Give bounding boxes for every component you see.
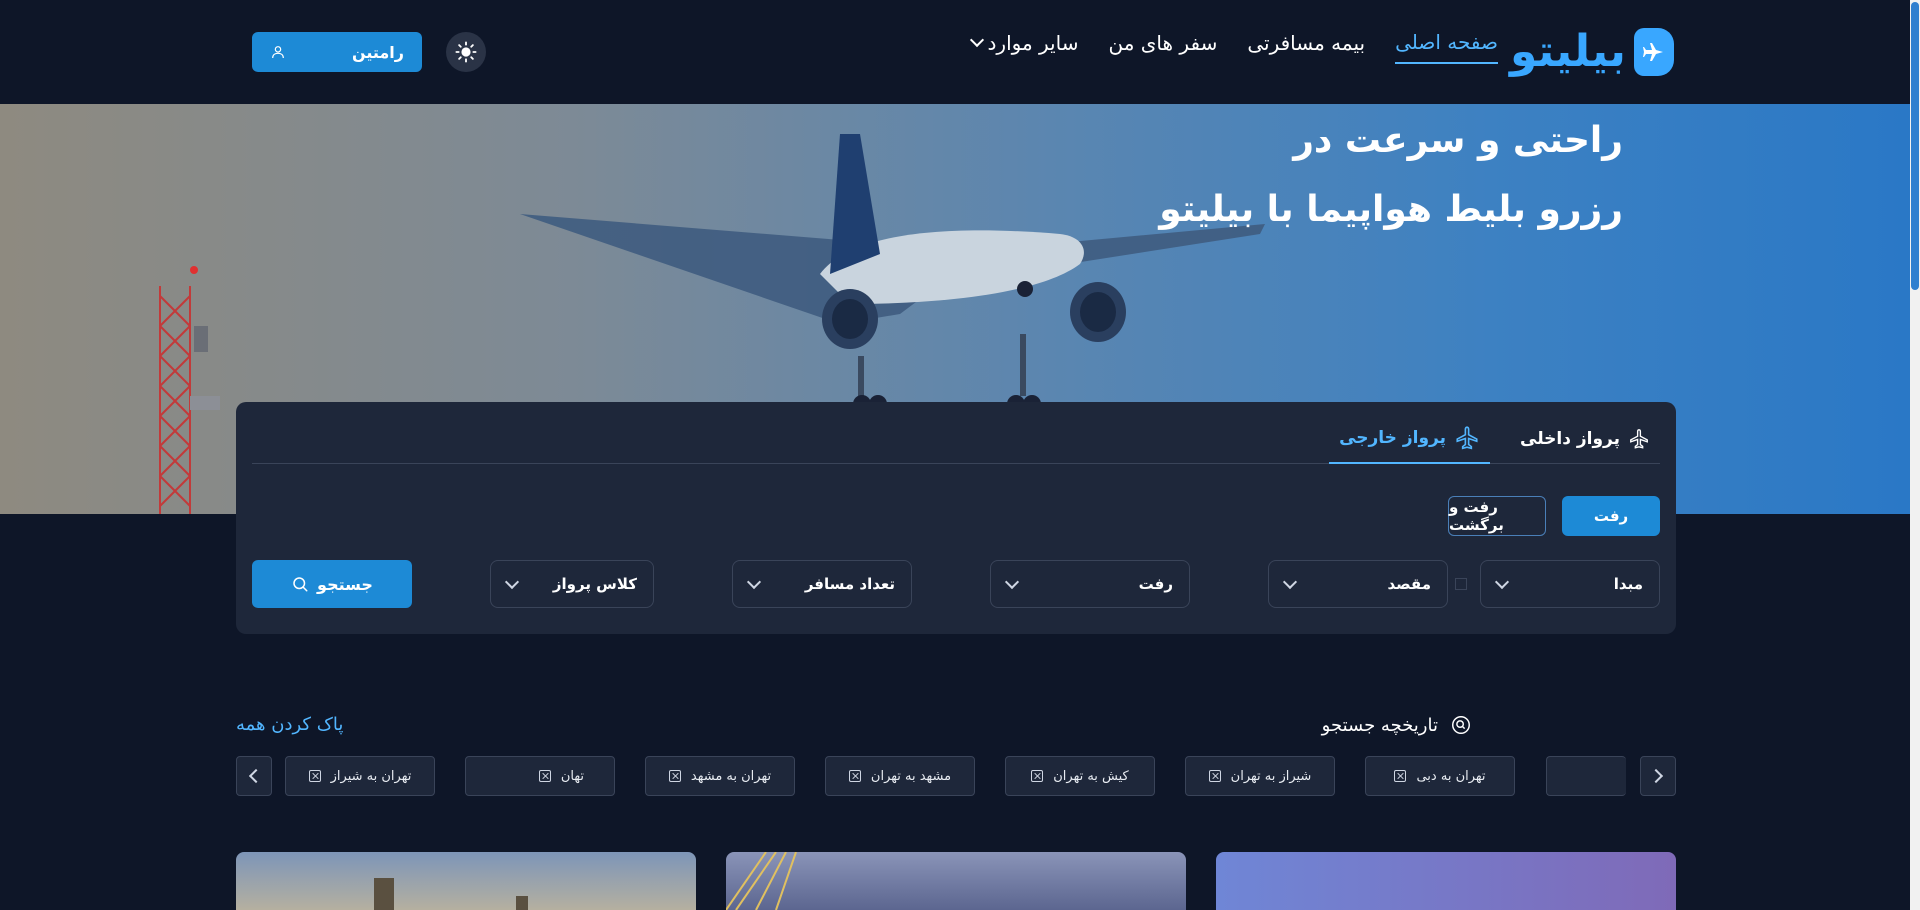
logo-text: بیلیتو (1510, 26, 1626, 77)
logo-plane-icon (1633, 28, 1674, 76)
history-chip-label: شیراز به تهران (1230, 768, 1312, 784)
theme-toggle-button[interactable] (446, 32, 486, 72)
flight-type-tabs: پرواز داخلی پرواز خارجی (252, 414, 1660, 464)
destination-select[interactable]: مقصد (1268, 560, 1448, 608)
page-scrollbar[interactable] (1910, 0, 1920, 910)
nav-more[interactable]: سایر موارد (968, 30, 1079, 64)
search-history-list: تهران به دبی شیراز به تهران کیش به تهران… (236, 756, 1676, 796)
close-icon[interactable] (308, 770, 321, 782)
cabin-class-select[interactable]: کلاس پرواز (490, 560, 654, 608)
history-prev-button[interactable] (236, 756, 272, 796)
destination-card-image[interactable] (1216, 852, 1676, 910)
history-chip-label: تهران به دبی (1416, 768, 1486, 784)
chevron-down-icon (1282, 574, 1298, 590)
chevron-down-icon (504, 574, 520, 590)
history-search-icon (1452, 716, 1470, 734)
airplane-image (520, 134, 1265, 413)
sun-icon (455, 41, 477, 63)
chevron-down-icon (746, 574, 762, 590)
history-chip[interactable]: مشهد به تهران (825, 756, 975, 796)
scrollbar-thumb[interactable] (1911, 2, 1919, 290)
round-trip-button[interactable]: رفت و برگشت (1448, 496, 1546, 536)
user-name: رامتین (351, 42, 404, 62)
chevron-down-icon (1004, 574, 1020, 590)
history-chip[interactable]: تهران به مشهد (645, 756, 795, 796)
destination-card-image[interactable] (236, 852, 696, 910)
chevron-left-icon (248, 768, 264, 784)
nav-more-label: سایر موارد (987, 31, 1079, 55)
cabin-class-label: کلاس پرواز (552, 575, 637, 593)
close-icon[interactable] (1208, 770, 1221, 782)
nav-my-trips[interactable]: سفر های من (1108, 30, 1217, 64)
search-icon (293, 577, 308, 592)
city-tower-image (374, 878, 528, 910)
chevron-down-icon (1494, 574, 1510, 590)
origin-label: مبدا (1613, 575, 1643, 593)
close-icon[interactable] (668, 770, 681, 782)
main-nav: صفحه اصلی بیمه مسافرتی سفر های من سایر م… (968, 30, 1498, 64)
nav-home[interactable]: صفحه اصلی (1395, 30, 1498, 64)
close-icon[interactable] (848, 770, 861, 782)
history-chip[interactable]: تهران به دبی (1365, 756, 1515, 796)
chevron-down-icon (969, 32, 984, 48)
history-chip-label: مشهد به تهران (870, 768, 952, 784)
history-next-button[interactable] (1640, 756, 1676, 796)
history-chip-partial[interactable] (1546, 756, 1626, 796)
tab-domestic-flight[interactable]: پرواز داخلی (1510, 414, 1660, 464)
swap-cities-icon[interactable] (1455, 578, 1467, 590)
tab-international-label: پرواز خارجی (1339, 428, 1446, 448)
history-chip-label: تهران به مشهد (690, 768, 772, 784)
chevron-right-icon (1648, 768, 1664, 784)
history-chip-label: تهان (560, 768, 584, 784)
hero-title-line2: رزرو بلیط هواپیما با بیلیتو (1159, 189, 1623, 230)
close-icon[interactable] (1394, 770, 1407, 782)
search-button-label: جستجو (317, 574, 373, 594)
history-chip-label: تهران به شیراز (330, 768, 412, 784)
nav-travel-insurance[interactable]: بیمه مسافرتی (1247, 30, 1365, 64)
history-chip[interactable]: تهان (465, 756, 615, 796)
airplane-icon (1456, 426, 1478, 450)
passengers-label: تعداد مسافر (804, 575, 895, 593)
user-icon (272, 46, 284, 59)
site-logo[interactable]: بیلیتو (1510, 24, 1674, 80)
history-chip[interactable]: کیش به تهران (1005, 756, 1155, 796)
origin-select[interactable]: مبدا (1480, 560, 1660, 608)
departure-date-select[interactable]: رفت (990, 560, 1190, 608)
trip-type-selector: رفت رفت و برگشت (1448, 496, 1660, 536)
search-history-header: تاریخچه جستجو (1322, 714, 1472, 736)
passenger-count-select[interactable]: تعداد مسافر (732, 560, 912, 608)
search-button[interactable]: جستجو (252, 560, 412, 608)
close-icon[interactable] (1031, 770, 1044, 782)
flight-search-panel: پرواز داخلی پرواز خارجی رفت رفت و برگشت … (236, 402, 1676, 634)
clear-history-link[interactable]: پاک کردن همه (236, 714, 343, 735)
airplane-icon (1630, 429, 1648, 449)
destination-label: مقصد (1387, 575, 1431, 593)
radio-tower-image (159, 266, 220, 514)
bridge-image (726, 852, 797, 910)
search-history-title: تاریخچه جستجو (1321, 714, 1438, 736)
user-account-button[interactable]: رامتین (252, 32, 422, 72)
close-icon[interactable] (538, 770, 551, 782)
one-way-button[interactable]: رفت (1562, 496, 1660, 536)
destination-card-image[interactable] (726, 852, 1186, 910)
history-chip[interactable]: شیراز به تهران (1185, 756, 1335, 796)
history-chip-label: کیش به تهران (1053, 768, 1129, 784)
tab-international-flight[interactable]: پرواز خارجی (1329, 414, 1490, 464)
hero-title-line1: راحتی و سرعت در (1293, 120, 1623, 161)
history-chip[interactable]: تهران به شیراز (285, 756, 435, 796)
site-header: بیلیتو صفحه اصلی بیمه مسافرتی سفر های من… (0, 0, 1910, 104)
departure-label: رفت (1138, 575, 1173, 593)
tab-domestic-label: پرواز داخلی (1520, 429, 1620, 449)
